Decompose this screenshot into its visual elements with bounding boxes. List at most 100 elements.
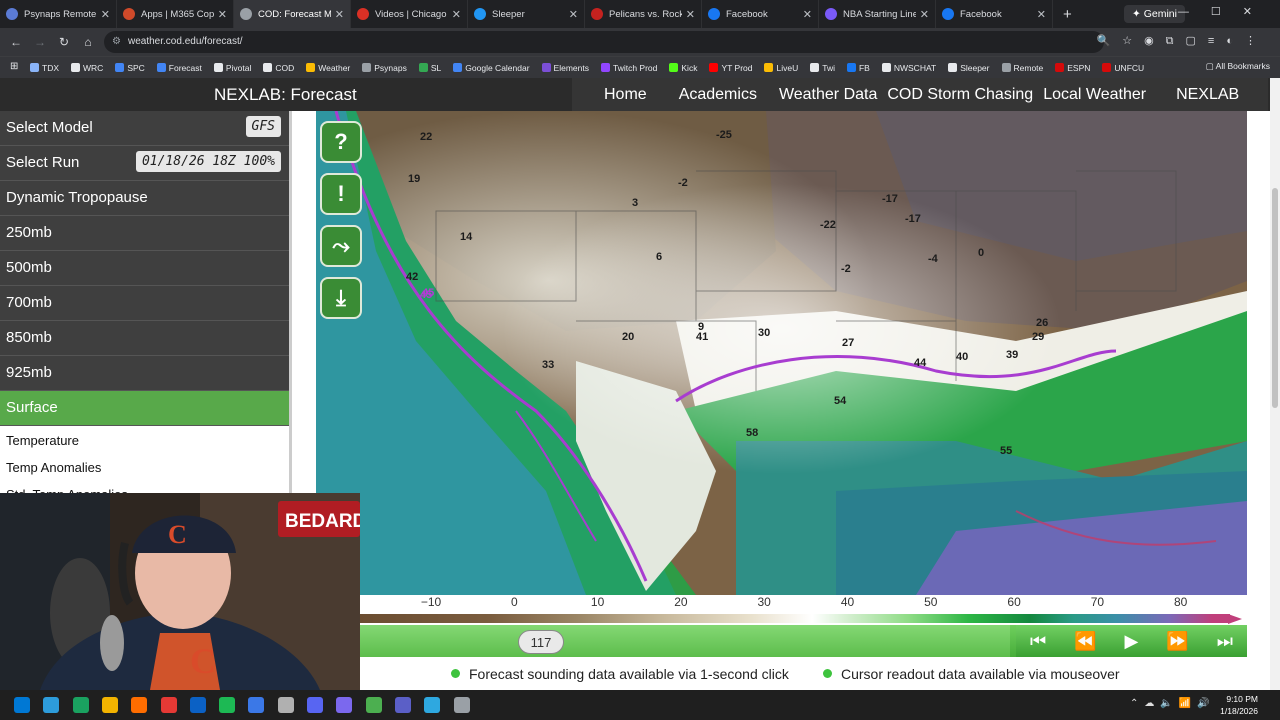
browser-tab[interactable]: Pelicans vs. Rocket ✕ [585, 0, 702, 28]
taskbar-app-icon[interactable] [160, 697, 177, 713]
system-tray-icons[interactable]: ⌃☁🔈📶🔊 [1130, 698, 1216, 709]
nav-link-local-weather[interactable]: Local Weather [1043, 86, 1146, 104]
bookmark-item[interactable]: YT Prod [709, 63, 752, 73]
browser-tab[interactable]: NBA Starting Lineu ✕ [819, 0, 936, 28]
browser-tab[interactable]: Psynaps Remote Co ✕ [0, 0, 117, 28]
bookmark-item[interactable]: SL [418, 63, 441, 73]
browser-tab[interactable]: Facebook ✕ [936, 0, 1053, 28]
close-tab-icon[interactable]: ✕ [335, 8, 344, 21]
select-model-row[interactable]: Select Model GFS [0, 111, 289, 146]
apps-grid-icon[interactable]: ⊞ [10, 61, 18, 72]
bookmark-item[interactable]: Forecast [156, 63, 202, 73]
select-run-row[interactable]: Select Run 01/18/26 18Z 100% [0, 146, 289, 181]
nav-link-weather-data[interactable]: Weather Data [779, 86, 877, 104]
new-tab-button[interactable]: + [1053, 6, 1082, 23]
taskbar-app-icon[interactable] [189, 697, 206, 713]
forecast-timeline[interactable]: 117 ⏮ ⏪ ▶ ⏩ ⏭ [360, 625, 1247, 657]
taskbar-app-icon[interactable] [424, 697, 441, 713]
forecast-map[interactable]: 22 -25 19 -2 3 -17 -22 -17 14 6 -4 0 -2 42 45 9 30 41 20 27… [316, 111, 1247, 595]
taskbar-app-icon[interactable] [72, 697, 89, 713]
gemini-button[interactable]: ✦ Gemini [1124, 5, 1185, 23]
help-button[interactable]: ? [320, 121, 362, 163]
taskbar-app-icon[interactable] [453, 697, 470, 713]
bookmark-item[interactable]: WRC [71, 63, 103, 73]
page-scrollbar[interactable] [1270, 78, 1280, 690]
last-frame-icon[interactable]: ⏭ [1217, 631, 1233, 652]
bookmark-item[interactable]: Google Calendar [453, 63, 530, 73]
bookmark-item[interactable]: UNFCU [1102, 63, 1144, 73]
bookmark-item[interactable]: Sleeper [948, 63, 990, 73]
step-back-icon[interactable]: ⏪ [1074, 631, 1096, 652]
taskbar-app-icon[interactable] [336, 697, 353, 713]
scrollbar-thumb[interactable] [1272, 188, 1278, 408]
all-bookmarks-button[interactable]: ▢ All Bookmarks [1206, 61, 1270, 72]
bookmark-item[interactable]: Twitch Prod [600, 63, 657, 73]
frame-hour-badge[interactable]: 117 [518, 630, 564, 654]
taskbar-app-icon[interactable] [365, 697, 382, 713]
browser-tab[interactable]: COD: Forecast Mod ✕ [234, 0, 351, 28]
bookmark-item[interactable]: TDX [30, 63, 59, 73]
level-item[interactable]: 925mb [0, 356, 289, 391]
level-item[interactable]: 250mb [0, 216, 289, 251]
bookmark-item[interactable]: Elements [541, 63, 589, 73]
close-tab-icon[interactable]: ✕ [686, 8, 695, 21]
taskbar-app-icon[interactable] [248, 697, 265, 713]
browser-tab[interactable]: Facebook ✕ [702, 0, 819, 28]
bookmark-item[interactable]: Remote [1001, 63, 1043, 73]
back-icon[interactable]: ← [4, 35, 28, 49]
bookmark-item[interactable]: Twi [810, 63, 835, 73]
level-item[interactable]: 500mb [0, 251, 289, 286]
close-tab-icon[interactable]: ✕ [569, 8, 578, 21]
taskbar-app-icon[interactable] [394, 697, 411, 713]
taskbar-app-icon[interactable] [277, 697, 294, 713]
bookmark-item[interactable]: ESPN [1055, 63, 1090, 73]
taskbar-app-icon[interactable] [219, 697, 236, 713]
close-tab-icon[interactable]: ✕ [452, 8, 461, 21]
bookmark-item[interactable]: Kick [669, 63, 697, 73]
home-icon[interactable]: ⌂ [76, 35, 100, 49]
taskbar-app-icon[interactable] [307, 697, 323, 713]
bookmark-item[interactable]: COD [263, 63, 294, 73]
reload-icon[interactable]: ↻ [52, 35, 76, 49]
bookmark-item[interactable]: FB [846, 63, 870, 73]
nav-link-academics[interactable]: Academics [679, 86, 757, 104]
bookmark-item[interactable]: NWSCHAT [881, 63, 936, 73]
download-button[interactable]: ⤓ [320, 277, 362, 319]
bookmark-item[interactable]: Weather [306, 63, 350, 73]
close-tab-icon[interactable]: ✕ [803, 8, 812, 21]
level-item[interactable]: 850mb [0, 321, 289, 356]
nav-link-cod-storm-chasing[interactable]: COD Storm Chasing [887, 86, 1033, 104]
bookmark-item[interactable]: SPC [115, 63, 145, 73]
taskbar-app-icon[interactable] [43, 697, 60, 713]
toolbar-extension-icons[interactable]: 🔍☆◉⧉▢≡◐⋮ [1097, 34, 1268, 48]
surface-product-item[interactable]: Temperature [0, 426, 289, 453]
start-menu-icon[interactable] [14, 697, 30, 713]
close-tab-icon[interactable]: ✕ [1037, 8, 1046, 21]
select-run-value[interactable]: 01/18/26 18Z 100% [135, 151, 281, 172]
step-forward-icon[interactable]: ⏩ [1166, 631, 1188, 652]
site-info-icon[interactable]: ⚙ [112, 36, 121, 47]
level-item[interactable]: 700mb [0, 286, 289, 321]
surface-product-item[interactable]: Temp Anomalies [0, 453, 289, 480]
url-bar[interactable]: ⚙ weather.cod.edu/forecast/ [104, 31, 1104, 53]
temperature-map-image[interactable] [316, 111, 1247, 595]
bookmark-item[interactable]: Psynaps [362, 63, 407, 73]
browser-tab[interactable]: Sleeper ✕ [468, 0, 585, 28]
taskbar-app-icon[interactable] [101, 697, 118, 713]
close-tab-icon[interactable]: ✕ [218, 8, 227, 21]
site-brand[interactable]: NEXLAB: Forecast [214, 85, 357, 105]
first-frame-icon[interactable]: ⏮ [1030, 631, 1046, 652]
close-tab-icon[interactable]: ✕ [920, 8, 929, 21]
play-icon[interactable]: ▶ [1125, 631, 1139, 652]
select-model-value[interactable]: GFS [245, 116, 281, 137]
level-item[interactable]: Surface [0, 391, 289, 426]
taskbar-clock[interactable]: 9:10 PM 1/18/2026 [1220, 693, 1258, 717]
share-button[interactable]: ⤳ [320, 225, 362, 267]
bookmark-item[interactable]: LiveU [764, 63, 798, 73]
nav-link-nexlab[interactable]: NEXLAB [1176, 86, 1239, 104]
taskbar-app-icon[interactable] [131, 697, 148, 713]
browser-tab[interactable]: Apps | M365 Copilo ✕ [117, 0, 234, 28]
forward-icon[interactable]: → [28, 35, 52, 49]
window-controls[interactable]: —☐✕ [1178, 5, 1274, 18]
close-tab-icon[interactable]: ✕ [101, 8, 110, 21]
